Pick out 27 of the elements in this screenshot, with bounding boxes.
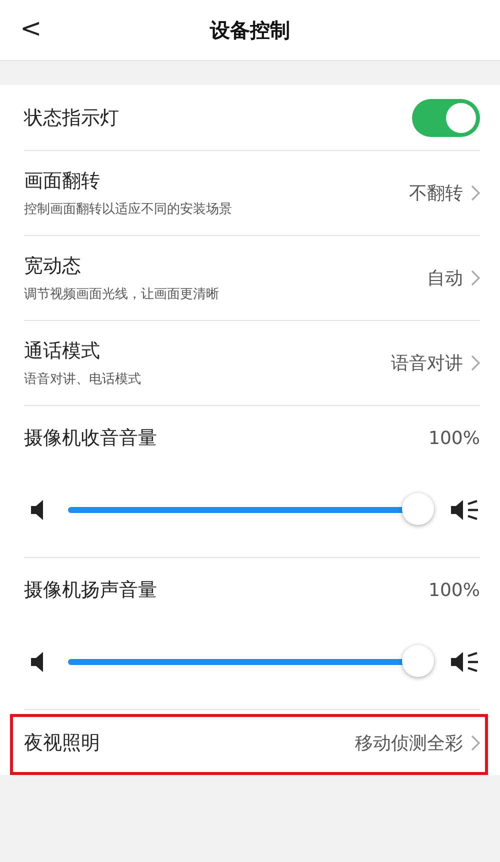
- setting-label: 摄像机收音音量: [24, 426, 157, 451]
- slider-thumb[interactable]: [402, 493, 434, 525]
- setting-label: 通话模式: [24, 339, 101, 364]
- setting-label: 画面翻转: [24, 169, 101, 194]
- chevron-right-icon: [471, 185, 480, 201]
- setting-description: 语音对讲、电话模式: [24, 371, 141, 388]
- volume-reading: 100%: [428, 580, 480, 600]
- setting-label: 状态指示灯: [24, 106, 119, 130]
- setting-label: 宽动态: [24, 254, 82, 279]
- setting-value[interactable]: 不翻转: [409, 181, 480, 205]
- speaker-loud-icon: [450, 651, 480, 673]
- chevron-right-icon: [471, 355, 480, 371]
- slider-thumb[interactable]: [402, 645, 434, 677]
- setting-value[interactable]: 语音对讲: [391, 351, 480, 375]
- chevron-right-icon: [471, 270, 480, 286]
- setting-value[interactable]: 自动: [427, 266, 480, 290]
- setting-description: 控制画面翻转以适应不同的安装场景: [24, 201, 232, 218]
- setting-description: 调节视频画面光线，让画面更清晰: [24, 286, 219, 303]
- speaker-loud-icon: [450, 499, 480, 521]
- toggle-switch[interactable]: [412, 98, 480, 136]
- chevron-right-icon: [471, 734, 480, 750]
- back-button[interactable]: <: [14, 14, 48, 44]
- page-title: 设备控制: [210, 16, 290, 44]
- volume-reading: 100%: [428, 428, 480, 448]
- setting-label: 摄像机扬声音量: [24, 578, 157, 603]
- setting-label: 夜视照明: [24, 730, 100, 756]
- setting-value[interactable]: 移动侦测全彩: [355, 730, 480, 754]
